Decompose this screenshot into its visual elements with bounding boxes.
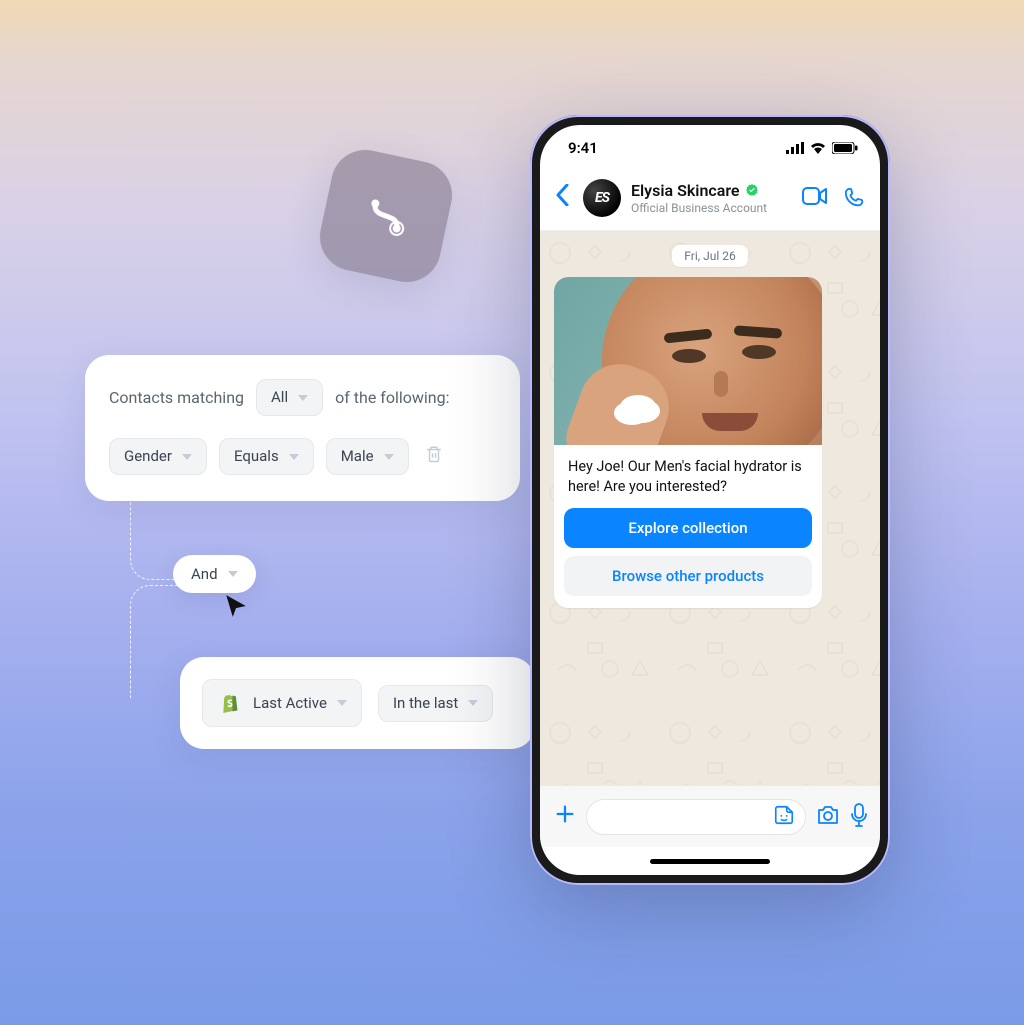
message-input[interactable] <box>586 799 806 835</box>
camera-icon <box>816 804 840 826</box>
verified-badge-icon <box>745 183 759 197</box>
chevron-down-icon <box>289 454 299 460</box>
avatar[interactable]: ES <box>583 179 621 217</box>
mic-button[interactable] <box>850 803 868 831</box>
chevron-left-icon <box>556 184 569 206</box>
status-time: 9:41 <box>568 139 598 157</box>
plus-icon <box>554 803 576 825</box>
filter-lead-out: of the following: <box>335 388 449 407</box>
attach-button[interactable] <box>554 802 576 832</box>
logic-pill[interactable]: And <box>173 555 256 593</box>
operator-label: Equals <box>234 449 279 464</box>
field-label: Gender <box>124 449 172 464</box>
filter-lead-in: Contacts matching <box>109 388 244 407</box>
wifi-icon <box>810 142 826 154</box>
contact-subtitle: Official Business Account <box>631 201 792 215</box>
filter-card-secondary: Last Active In the last <box>180 657 535 749</box>
value-select[interactable]: Male <box>326 438 409 475</box>
home-indicator[interactable] <box>540 847 880 875</box>
contact-name[interactable]: Elysia Skincare <box>631 181 740 200</box>
chevron-down-icon <box>384 454 394 460</box>
camera-button[interactable] <box>816 804 840 830</box>
match-mode-select[interactable]: All <box>256 379 323 416</box>
chevron-down-icon <box>337 700 347 706</box>
chevron-down-icon <box>182 454 192 460</box>
field-label: Last Active <box>253 696 327 711</box>
chat-body[interactable]: Fri, Jul 26 Hey Joe! Our Men's facial hy… <box>540 231 880 785</box>
trash-icon <box>425 445 443 463</box>
mic-icon <box>850 803 868 827</box>
shopify-icon <box>217 690 243 716</box>
battery-icon <box>832 142 858 154</box>
status-bar: 9:41 <box>540 125 880 171</box>
chevron-down-icon <box>298 395 308 401</box>
phone-mockup: 9:41 ES Elysia Skincare Official Busines… <box>530 115 890 885</box>
video-icon <box>802 187 828 205</box>
phone-icon <box>844 187 866 209</box>
message-image[interactable] <box>554 277 822 445</box>
chevron-down-icon <box>468 700 478 706</box>
field-select[interactable]: Gender <box>109 438 207 475</box>
sticker-icon <box>773 804 795 826</box>
sticker-button[interactable] <box>773 804 795 830</box>
chat-header: ES Elysia Skincare Official Business Acc… <box>540 171 880 231</box>
browse-other-products-button[interactable]: Browse other products <box>564 556 812 596</box>
operator-label: In the last <box>393 696 458 711</box>
date-pill: Fri, Jul 26 <box>672 245 747 267</box>
voice-call-button[interactable] <box>844 187 866 209</box>
field-select[interactable]: Last Active <box>202 679 362 727</box>
video-call-button[interactable] <box>802 187 828 209</box>
operator-select[interactable]: Equals <box>219 438 314 475</box>
delete-rule-button[interactable] <box>421 439 447 474</box>
message-text: Hey Joe! Our Men's facial hydrator is he… <box>554 445 822 508</box>
match-mode-label: All <box>271 390 288 405</box>
filter-card: Contacts matching All of the following: … <box>85 355 520 501</box>
message-bubble: Hey Joe! Our Men's facial hydrator is he… <box>554 277 822 608</box>
brand-logo-icon <box>354 184 418 248</box>
brand-tile <box>314 144 459 289</box>
operator-select[interactable]: In the last <box>378 685 493 722</box>
value-label: Male <box>341 449 374 464</box>
phone-screen: 9:41 ES Elysia Skincare Official Busines… <box>540 125 880 875</box>
cellular-icon <box>786 142 804 154</box>
explore-collection-button[interactable]: Explore collection <box>564 508 812 548</box>
chat-input-bar <box>540 785 880 847</box>
logic-label: And <box>191 565 218 583</box>
back-button[interactable] <box>552 182 573 214</box>
chevron-down-icon <box>228 571 238 577</box>
